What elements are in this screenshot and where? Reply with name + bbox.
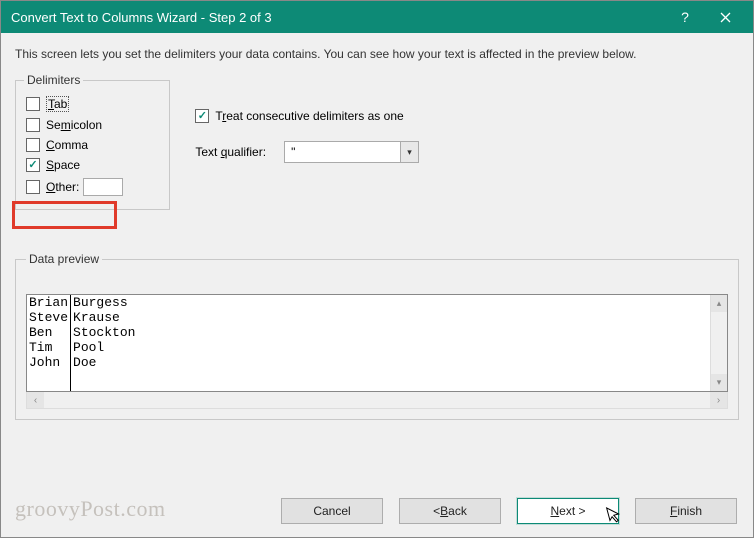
consecutive-label: Treat consecutive delimiters as one xyxy=(215,109,403,123)
delimiter-other-input[interactable] xyxy=(83,178,123,196)
cursor-icon xyxy=(605,504,624,529)
qualifier-select[interactable]: " ▾ xyxy=(284,141,419,163)
close-button[interactable] xyxy=(705,1,745,33)
preview-column-1: Brian Steve Ben Tim John xyxy=(27,295,71,391)
finish-button[interactable]: Finish xyxy=(635,498,737,524)
delimiter-space-row[interactable]: Space xyxy=(24,155,161,175)
consecutive-checkbox[interactable] xyxy=(195,109,209,123)
delimiter-comma-checkbox[interactable] xyxy=(26,138,40,152)
delimiter-tab-label: Tab xyxy=(46,96,69,112)
titlebar: Convert Text to Columns Wizard - Step 2 … xyxy=(1,1,753,33)
scroll-left-icon[interactable]: ‹ xyxy=(27,392,44,408)
delimiters-legend: Delimiters xyxy=(24,73,83,87)
preview-box: Brian Steve Ben Tim John Burgess Krause … xyxy=(26,294,728,392)
delimiter-semicolon-checkbox[interactable] xyxy=(26,118,40,132)
delimiter-space-checkbox[interactable] xyxy=(26,158,40,172)
back-button[interactable]: < Back xyxy=(399,498,501,524)
preview-horizontal-scrollbar[interactable]: ‹ › xyxy=(26,392,728,409)
delimiter-other-label: Other: xyxy=(46,180,79,194)
consecutive-row[interactable]: Treat consecutive delimiters as one xyxy=(195,109,419,123)
instruction-text: This screen lets you set the delimiters … xyxy=(15,47,739,61)
scroll-down-icon[interactable]: ▾ xyxy=(711,374,727,391)
qualifier-value: " xyxy=(285,145,400,159)
qualifier-row: Text qualifier: " ▾ xyxy=(195,141,419,163)
window-title: Convert Text to Columns Wizard - Step 2 … xyxy=(11,10,665,25)
chevron-down-icon: ▾ xyxy=(400,142,418,162)
scroll-up-icon[interactable]: ▴ xyxy=(711,295,727,312)
help-button[interactable]: ? xyxy=(665,1,705,33)
delimiter-semicolon-label: Semicolon xyxy=(46,118,102,132)
delimiter-tab-checkbox[interactable] xyxy=(26,97,40,111)
right-options: Treat consecutive delimiters as one Text… xyxy=(195,109,419,163)
delimiters-group: Delimiters Tab Semicolon Comma Space Oth… xyxy=(15,73,170,210)
preview-table: Brian Steve Ben Tim John Burgess Krause … xyxy=(27,295,727,391)
delimiter-other-row[interactable]: Other: xyxy=(24,175,161,199)
preview-column-2: Burgess Krause Stockton Pool Doe xyxy=(71,295,727,391)
watermark: groovyPost.com xyxy=(15,496,166,522)
data-preview-group: Data preview Brian Steve Ben Tim John Bu… xyxy=(15,252,739,420)
close-icon xyxy=(720,12,731,23)
scroll-right-icon[interactable]: › xyxy=(710,392,727,408)
delimiter-comma-label: Comma xyxy=(46,138,88,152)
delimiter-comma-row[interactable]: Comma xyxy=(24,135,161,155)
preview-vertical-scrollbar[interactable]: ▴ ▾ xyxy=(710,295,727,391)
qualifier-label: Text qualifier: xyxy=(195,145,266,159)
delimiter-space-label: Space xyxy=(46,158,80,172)
cancel-button[interactable]: Cancel xyxy=(281,498,383,524)
delimiter-semicolon-row[interactable]: Semicolon xyxy=(24,115,161,135)
button-row: Cancel < Back Next > Finish xyxy=(281,498,737,524)
delimiter-tab-row[interactable]: Tab xyxy=(24,93,161,115)
delimiter-other-checkbox[interactable] xyxy=(26,180,40,194)
data-preview-legend: Data preview xyxy=(26,252,102,266)
next-button[interactable]: Next > xyxy=(517,498,619,524)
